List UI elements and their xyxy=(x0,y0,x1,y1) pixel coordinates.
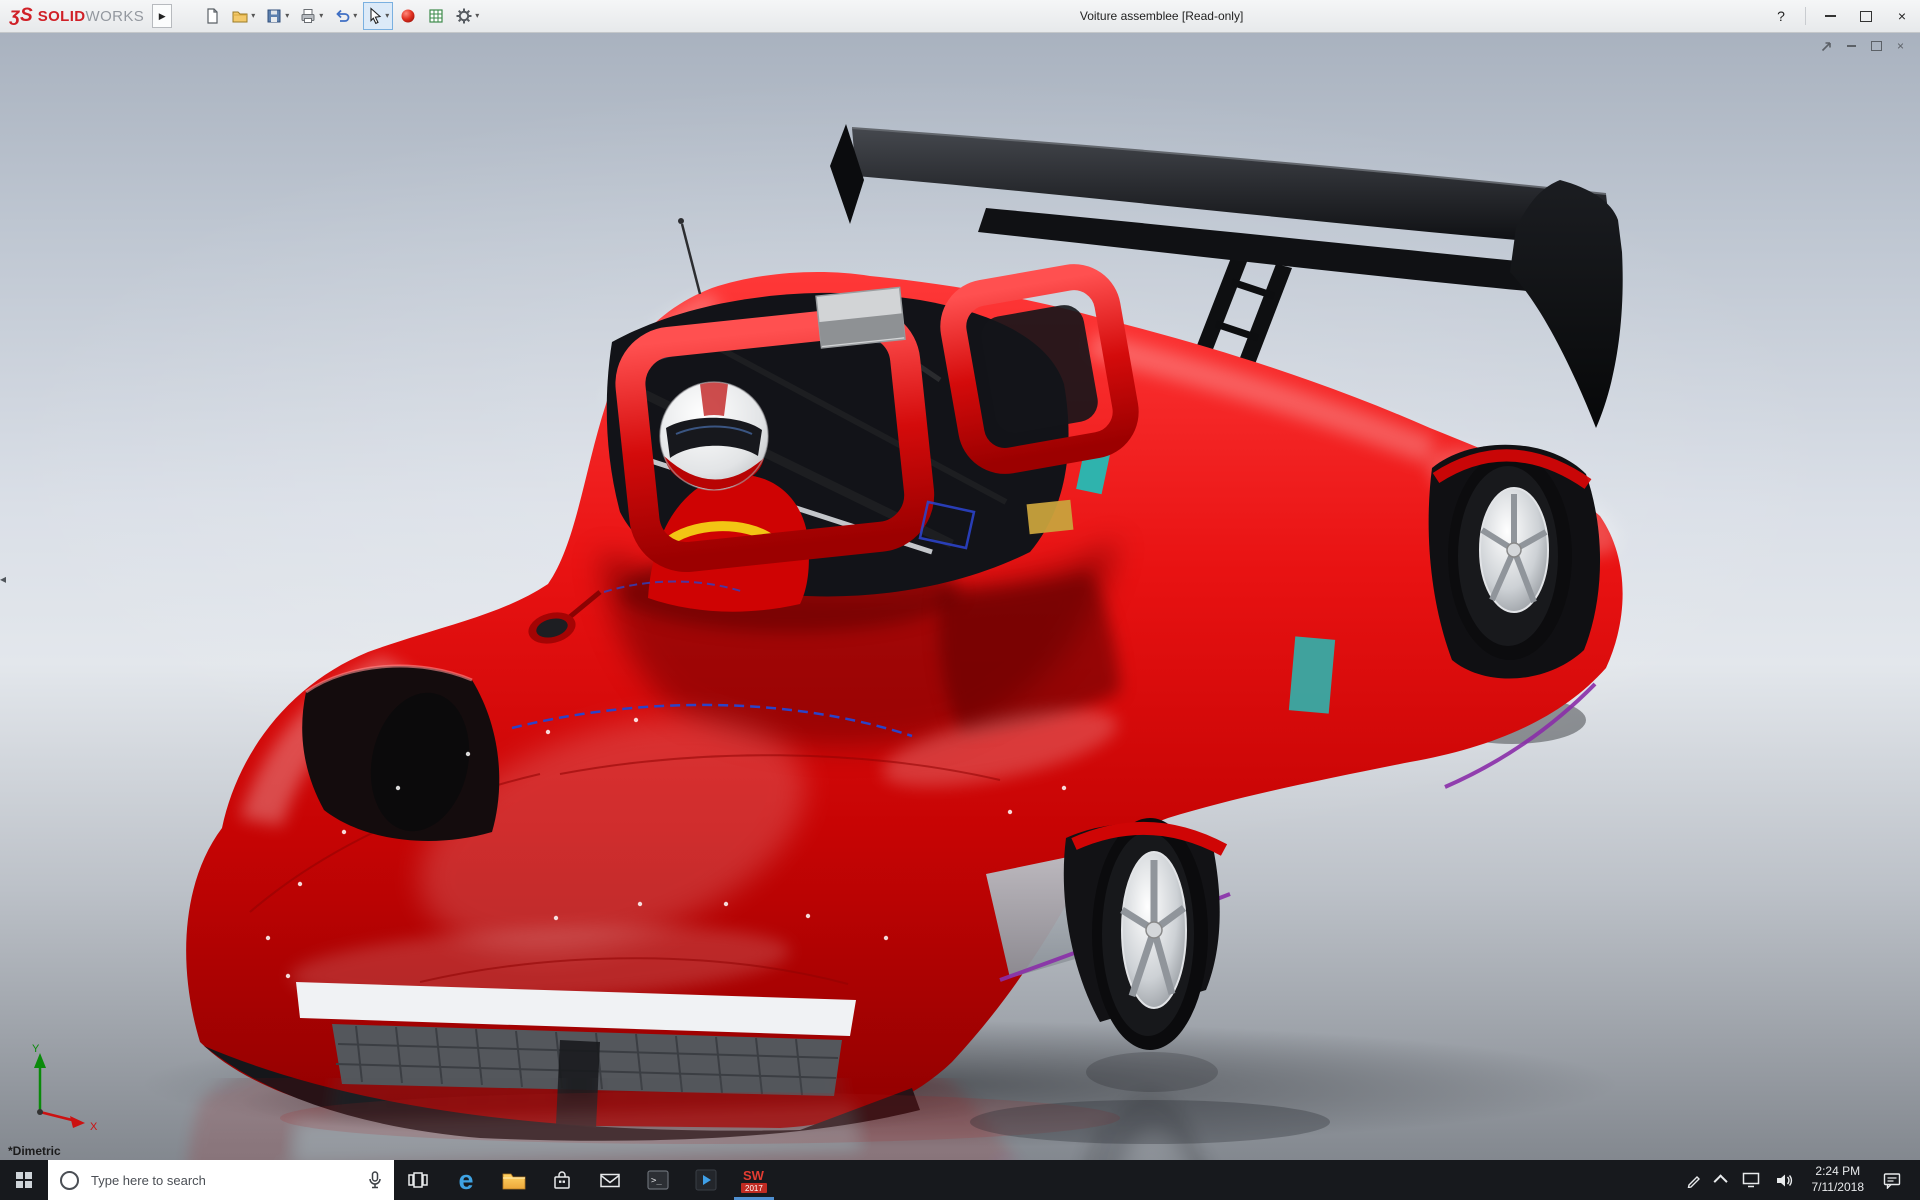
undo-arrow-icon xyxy=(333,7,351,25)
doc-minimize-icon[interactable] xyxy=(1847,45,1856,47)
taskbar-clock[interactable]: 2:24 PM 7/11/2018 xyxy=(1804,1164,1873,1195)
command-prompt-button[interactable]: >_ xyxy=(634,1160,682,1200)
windows-logo-icon xyxy=(16,1172,32,1188)
3d-viewport[interactable]: × ◂ X Y *Dimetric xyxy=(0,32,1920,1160)
task-view-icon xyxy=(407,1170,429,1190)
fullscreen-icon[interactable] xyxy=(1821,41,1832,52)
svg-text:2017: 2017 xyxy=(745,1184,763,1193)
edge-icon: e xyxy=(458,1167,473,1194)
select-tool-button[interactable]: ▾ xyxy=(363,2,393,30)
windows-taskbar: e >_ xyxy=(0,1160,1920,1200)
appearances-button[interactable] xyxy=(395,2,421,30)
yellow-panel xyxy=(1027,500,1074,534)
mail-icon xyxy=(599,1172,621,1189)
pen-tray-button[interactable] xyxy=(1682,1160,1706,1200)
chevron-up-icon xyxy=(1713,1174,1727,1188)
minimize-icon xyxy=(1825,15,1836,17)
action-center-icon xyxy=(1883,1172,1901,1189)
hidden-icons-button[interactable] xyxy=(1713,1160,1731,1200)
document-window-controls: × xyxy=(1821,40,1904,52)
mail-button[interactable] xyxy=(586,1160,634,1200)
save-button[interactable]: ▾ xyxy=(261,2,293,30)
appearances-sphere-icon xyxy=(399,7,417,25)
file-explorer-button[interactable] xyxy=(490,1160,538,1200)
print-dropdown-caret[interactable]: ▾ xyxy=(319,12,323,20)
design-table-icon xyxy=(427,7,445,25)
rear-right-wheel[interactable] xyxy=(1429,445,1600,679)
file-explorer-icon xyxy=(501,1169,527,1191)
doc-close-icon[interactable]: × xyxy=(1897,40,1904,52)
volume-button[interactable] xyxy=(1771,1160,1797,1200)
cortana-icon xyxy=(60,1171,79,1190)
open-dropdown-caret[interactable]: ▾ xyxy=(251,12,255,20)
pen-icon xyxy=(1686,1172,1702,1188)
system-tray: 2:24 PM 7/11/2018 xyxy=(1682,1160,1920,1200)
network-icon xyxy=(1742,1172,1760,1188)
orientation-triad: X Y xyxy=(10,1042,106,1134)
clock-time: 2:24 PM xyxy=(1812,1164,1865,1180)
quick-access-toolbar: ▾ ▾ ▾ ▾ xyxy=(198,0,484,32)
new-document-icon xyxy=(203,7,221,25)
x-axis-label: X xyxy=(90,1121,98,1133)
menu-expand-button[interactable]: ▶ xyxy=(152,4,172,28)
y-axis-arrow xyxy=(34,1053,46,1068)
teal-side-window[interactable] xyxy=(1289,636,1335,713)
store-icon xyxy=(551,1169,573,1191)
options-gear-icon xyxy=(455,7,473,25)
controls-divider xyxy=(1805,7,1806,25)
titlebar: ʒS SOLID WORKS ▶ ▾ ▾ xyxy=(0,0,1920,33)
volume-icon xyxy=(1775,1173,1793,1188)
logo-text-solid: SOLID xyxy=(38,8,86,25)
options-dropdown-caret[interactable]: ▾ xyxy=(475,12,479,20)
network-button[interactable] xyxy=(1738,1160,1764,1200)
doc-restore-icon[interactable] xyxy=(1871,41,1882,51)
restore-icon xyxy=(1860,11,1872,22)
solidworks-logo: ʒS SOLID WORKS xyxy=(0,5,150,27)
ds-logo-mark: ʒS xyxy=(10,5,33,27)
svg-text:SW: SW xyxy=(743,1168,765,1183)
save-dropdown-caret[interactable]: ▾ xyxy=(285,12,289,20)
open-button[interactable]: ▾ xyxy=(227,2,259,30)
taskbar-search[interactable] xyxy=(48,1160,394,1200)
clock-date: 7/11/2018 xyxy=(1812,1180,1865,1196)
logo-text-works: WORKS xyxy=(86,8,145,25)
start-button[interactable] xyxy=(0,1160,48,1200)
solidworks-app-button[interactable]: SW 2017 xyxy=(730,1160,778,1200)
microphone-icon[interactable] xyxy=(368,1171,382,1189)
command-prompt-icon: >_ xyxy=(646,1168,670,1192)
panel-flyout-arrow[interactable]: ◂ xyxy=(0,573,6,585)
options-button[interactable]: ▾ xyxy=(451,2,483,30)
print-icon xyxy=(299,7,317,25)
y-axis-label: Y xyxy=(32,1043,40,1055)
store-button[interactable] xyxy=(538,1160,586,1200)
solidworks-app-icon: SW 2017 xyxy=(740,1166,768,1194)
select-cursor-icon xyxy=(367,7,383,25)
open-folder-icon xyxy=(231,7,249,25)
search-input[interactable] xyxy=(89,1172,356,1189)
document-title: Voiture assemblee [Read-only] xyxy=(1080,0,1243,32)
new-document-button[interactable] xyxy=(199,2,225,30)
undo-dropdown-caret[interactable]: ▾ xyxy=(353,12,357,20)
window-controls: ? × xyxy=(1763,0,1920,32)
svg-text:>_: >_ xyxy=(651,1176,662,1186)
task-view-button[interactable] xyxy=(394,1160,442,1200)
viewport-scene[interactable] xyxy=(0,32,1920,1160)
x-axis-arrow xyxy=(70,1116,85,1128)
help-button[interactable]: ? xyxy=(1763,0,1799,32)
print-button[interactable]: ▾ xyxy=(295,2,327,30)
maximize-button[interactable] xyxy=(1848,0,1884,32)
close-button[interactable]: × xyxy=(1884,0,1920,32)
save-floppy-icon xyxy=(265,7,283,25)
select-dropdown-caret[interactable]: ▾ xyxy=(385,12,389,20)
view-orientation-label: *Dimetric xyxy=(8,1144,61,1158)
design-table-button[interactable] xyxy=(423,2,449,30)
edge-button[interactable]: e xyxy=(442,1160,490,1200)
media-app-icon xyxy=(694,1168,718,1192)
media-app-button[interactable] xyxy=(682,1160,730,1200)
action-center-button[interactable] xyxy=(1879,1160,1905,1200)
undo-button[interactable]: ▾ xyxy=(329,2,361,30)
minimize-button[interactable] xyxy=(1812,0,1848,32)
